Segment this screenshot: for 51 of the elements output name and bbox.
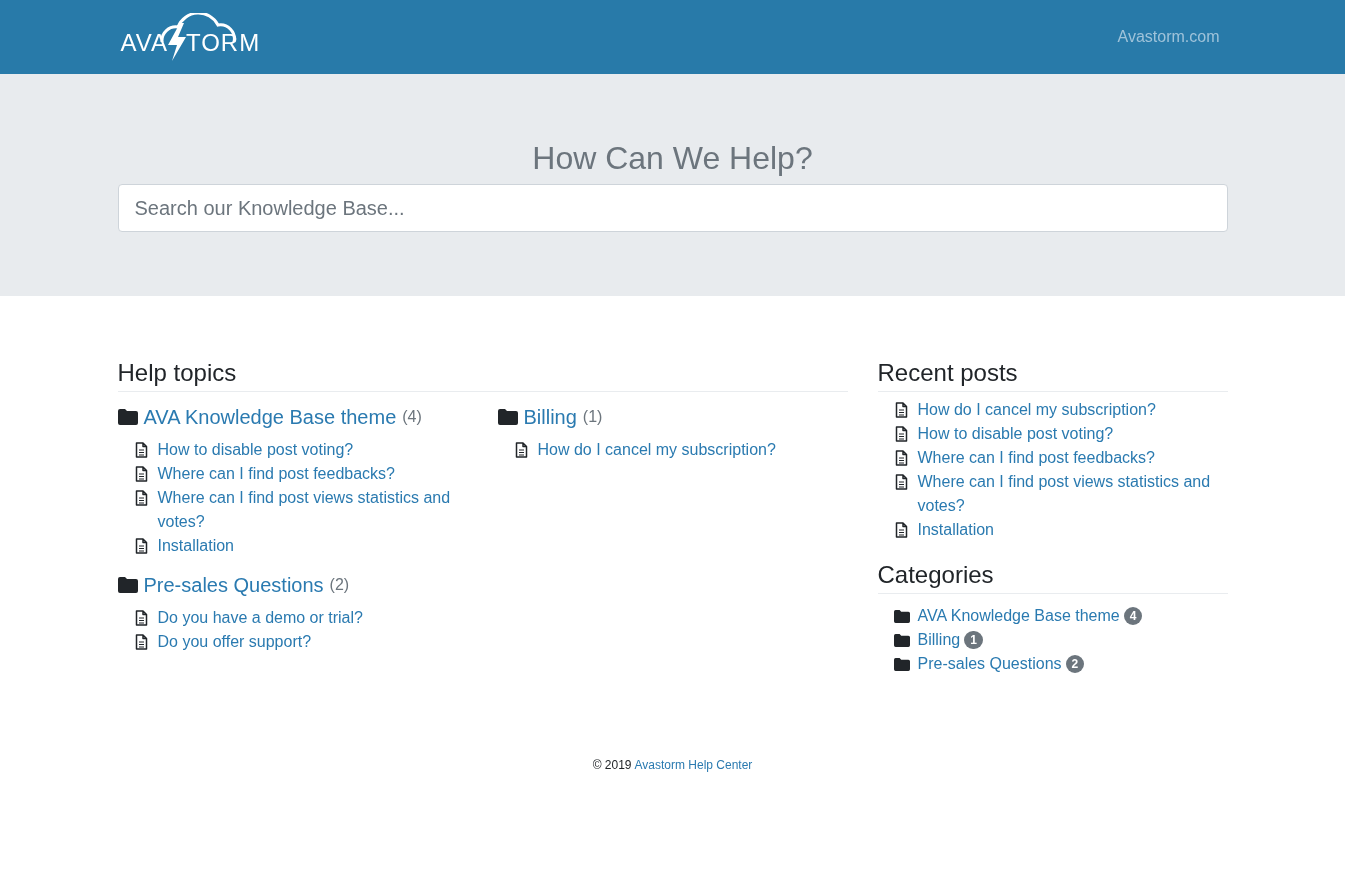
document-icon (514, 442, 528, 458)
folder-icon (893, 609, 910, 623)
article-link[interactable]: Where can I find post views statistics and votes? (917, 470, 1228, 518)
count-badge: 4 (1123, 607, 1143, 625)
document-icon (134, 442, 148, 458)
folder-icon (117, 577, 138, 593)
document-icon (134, 466, 148, 482)
article-link[interactable]: Where can I find post feedbacks? (157, 462, 395, 486)
article-link[interactable]: How to disable post voting? (917, 422, 1114, 446)
article-count: (4) (402, 407, 422, 427)
article-link[interactable]: How do I cancel my subscription? (537, 438, 776, 462)
section-heading: Categories (877, 558, 1228, 594)
category-link[interactable]: Pre-sales Questions (143, 570, 324, 600)
copyright-text: © 2019 (592, 757, 632, 774)
article-count: (1) (582, 407, 603, 427)
category-link[interactable]: Billing (523, 402, 577, 432)
document-icon (894, 450, 908, 466)
article-link[interactable]: Where can I find post views statistics and votes? (157, 486, 498, 534)
article-link[interactable]: Do you offer support? (157, 630, 312, 654)
folder-icon (497, 409, 518, 425)
article-link[interactable]: Installation (917, 518, 994, 542)
category-link[interactable]: AVA Knowledge Base theme (143, 402, 397, 432)
nav-link[interactable]: Avastorm.com (1117, 25, 1220, 49)
article-link[interactable]: Do you have a demo or trial? (157, 606, 363, 630)
count-badge: 2 (1065, 655, 1085, 673)
document-icon (134, 538, 148, 554)
category-link[interactable]: Pre-sales Questions (917, 652, 1062, 676)
category-link[interactable]: Billing (917, 628, 961, 652)
section-heading: Recent posts (877, 356, 1228, 392)
folder-icon (117, 409, 138, 425)
document-icon (134, 490, 148, 506)
document-icon (894, 522, 908, 538)
hero-title: How Can We Help? (532, 139, 813, 178)
section-heading: Help topics (117, 356, 848, 392)
article-link[interactable]: How do I cancel my subscription? (917, 398, 1156, 422)
article-link[interactable]: Where can I find post feedbacks? (917, 446, 1155, 470)
avastorm-logo[interactable]: AVA TORM (117, 13, 261, 61)
search-field[interactable]: Search our Knowledge Base... (117, 184, 1228, 232)
folder-icon (893, 633, 910, 647)
document-icon (894, 402, 908, 418)
article-count: (2) (329, 575, 350, 595)
document-icon (134, 610, 148, 626)
document-icon (894, 426, 908, 442)
count-badge: 1 (964, 631, 983, 649)
footer-link[interactable]: Avastorm Help Center (634, 756, 753, 774)
document-icon (134, 634, 148, 650)
category-link[interactable]: AVA Knowledge Base theme (917, 604, 1120, 628)
article-link[interactable]: Installation (157, 534, 234, 558)
article-link[interactable]: How to disable post voting? (157, 438, 354, 462)
folder-icon (893, 657, 910, 671)
document-icon (894, 474, 908, 490)
